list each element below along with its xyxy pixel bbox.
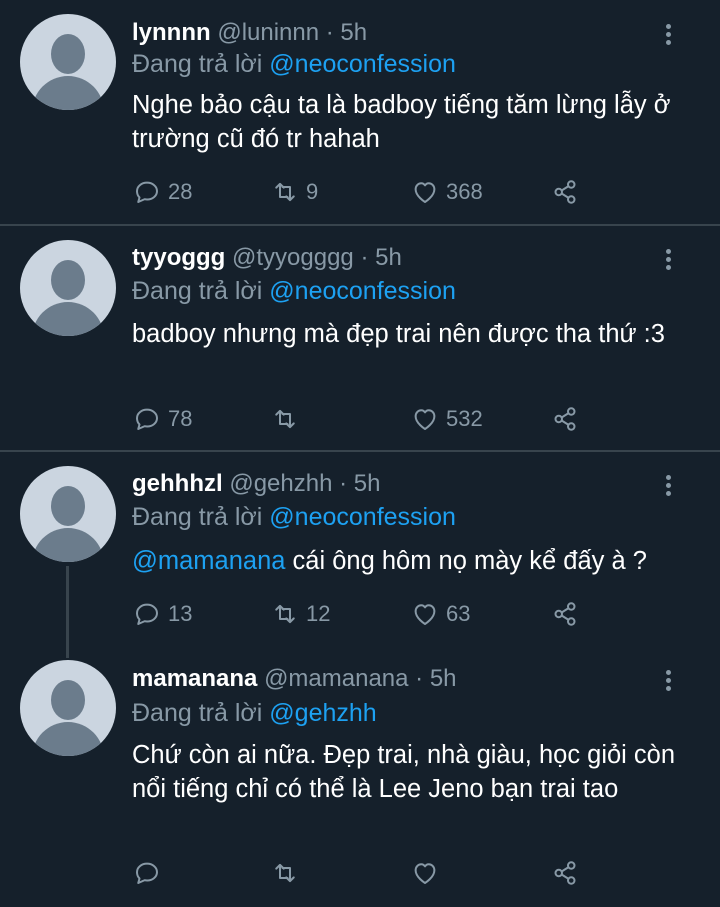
- heart-icon: [414, 863, 436, 884]
- reply-button[interactable]: 13: [132, 599, 192, 629]
- avatar[interactable]: [20, 466, 116, 562]
- display-name[interactable]: lynnnn: [132, 19, 211, 46]
- retweet-icon: [275, 182, 295, 202]
- default-avatar-icon: [51, 260, 85, 300]
- reply-context: Đang trả lời @neoconfession: [132, 503, 456, 531]
- share-button[interactable]: [550, 177, 580, 207]
- share-button[interactable]: [550, 858, 580, 888]
- like-count: 368: [446, 179, 483, 204]
- reply-icon: [136, 408, 158, 430]
- reply-button[interactable]: 28: [132, 177, 192, 207]
- handle[interactable]: @gehzhh: [229, 470, 332, 497]
- more-vertical-icon[interactable]: [658, 475, 678, 499]
- tweet-3[interactable]: gehhhzl @gehzhh · 5h Đang trả lời @neoco…: [0, 452, 720, 652]
- like-button[interactable]: [410, 858, 446, 888]
- reply-to-mention[interactable]: @neoconfession: [269, 503, 456, 531]
- timestamp[interactable]: · 5h: [415, 665, 456, 692]
- like-button[interactable]: 532: [410, 404, 483, 434]
- retweet-button[interactable]: [270, 404, 306, 434]
- share-icon: [554, 180, 576, 204]
- reply-to-mention[interactable]: @gehzhh: [269, 699, 376, 727]
- body-mention[interactable]: @mamanana: [132, 547, 285, 575]
- retweet-icon: [275, 409, 295, 429]
- retweet-button[interactable]: 12: [270, 599, 330, 629]
- reply-count: 28: [168, 179, 193, 204]
- share-icon: [554, 861, 576, 885]
- reply-icon: [136, 603, 158, 625]
- reply-context: Đang trả lời @neoconfession: [132, 277, 456, 305]
- default-avatar-icon: [51, 486, 85, 526]
- avatar[interactable]: [20, 14, 116, 110]
- reply-to-mention[interactable]: @neoconfession: [269, 277, 456, 305]
- display-name[interactable]: tyyoggg: [132, 244, 225, 271]
- tweet-text: @mamanana cái ông hôm nọ mày kể đấy à ?: [132, 547, 647, 575]
- share-button[interactable]: [550, 599, 580, 629]
- default-avatar-icon: [51, 34, 85, 74]
- avatar[interactable]: [20, 660, 116, 756]
- timestamp[interactable]: · 5h: [360, 244, 401, 271]
- tweet-text: Nghe bảo cậu ta là badboy tiếng tăm lừng…: [132, 91, 671, 153]
- timestamp[interactable]: · 5h: [326, 19, 367, 46]
- tweet-text: badboy nhưng mà đẹp trai nên được tha th…: [132, 320, 665, 348]
- reply-button[interactable]: 78: [132, 404, 192, 434]
- action-bar: 28 9 368: [132, 177, 592, 207]
- display-name[interactable]: gehhhzl: [132, 470, 223, 497]
- reply-to-mention[interactable]: @neoconfession: [269, 50, 456, 78]
- retweet-icon: [275, 863, 295, 883]
- more-vertical-icon[interactable]: [658, 670, 678, 694]
- retweet-count: 12: [306, 601, 331, 626]
- reply-icon: [136, 181, 158, 203]
- action-bar: 78 532: [132, 404, 592, 434]
- action-bar: [132, 858, 592, 888]
- display-name[interactable]: mamanana: [132, 665, 257, 692]
- handle[interactable]: @tyyogggg: [232, 244, 354, 271]
- tweet-4[interactable]: mamanana @mamanana · 5h Đang trả lời @ge…: [0, 648, 720, 907]
- like-button[interactable]: 63: [410, 599, 470, 629]
- reply-context: Đang trả lời @neoconfession: [132, 50, 456, 78]
- heart-icon: [414, 604, 436, 625]
- like-count: 63: [446, 601, 471, 626]
- heart-icon: [414, 409, 436, 430]
- share-icon: [554, 602, 576, 626]
- handle[interactable]: @mamanana: [264, 665, 408, 692]
- reply-context: Đang trả lời @gehzhh: [132, 699, 377, 727]
- avatar[interactable]: [20, 240, 116, 336]
- retweet-count: 9: [306, 179, 319, 204]
- retweet-button[interactable]: 9: [270, 177, 318, 207]
- like-count: 532: [446, 406, 483, 431]
- reply-count: 78: [168, 406, 193, 431]
- share-button[interactable]: [550, 404, 580, 434]
- share-icon: [554, 407, 576, 431]
- tweet-text: Chứ còn ai nữa. Đẹp trai, nhà giàu, học …: [132, 741, 676, 803]
- reply-count: 13: [168, 601, 193, 626]
- tweet-1[interactable]: lynnnn @luninnn · 5h Đang trả lời @neoco…: [0, 0, 720, 224]
- handle[interactable]: @luninnn: [217, 19, 319, 46]
- heart-icon: [414, 182, 436, 203]
- action-bar: 13 12 63: [132, 599, 592, 629]
- retweet-icon: [275, 604, 295, 624]
- timestamp[interactable]: · 5h: [339, 470, 380, 497]
- tweet-2[interactable]: tyyoggg @tyyogggg · 5h Đang trả lời @neo…: [0, 226, 720, 450]
- default-avatar-icon: [51, 680, 85, 720]
- retweet-button[interactable]: [270, 858, 306, 888]
- reply-icon: [136, 862, 158, 884]
- more-vertical-icon[interactable]: [658, 249, 678, 273]
- like-button[interactable]: 368: [410, 177, 483, 207]
- more-vertical-icon[interactable]: [658, 24, 678, 48]
- reply-button[interactable]: [132, 858, 168, 888]
